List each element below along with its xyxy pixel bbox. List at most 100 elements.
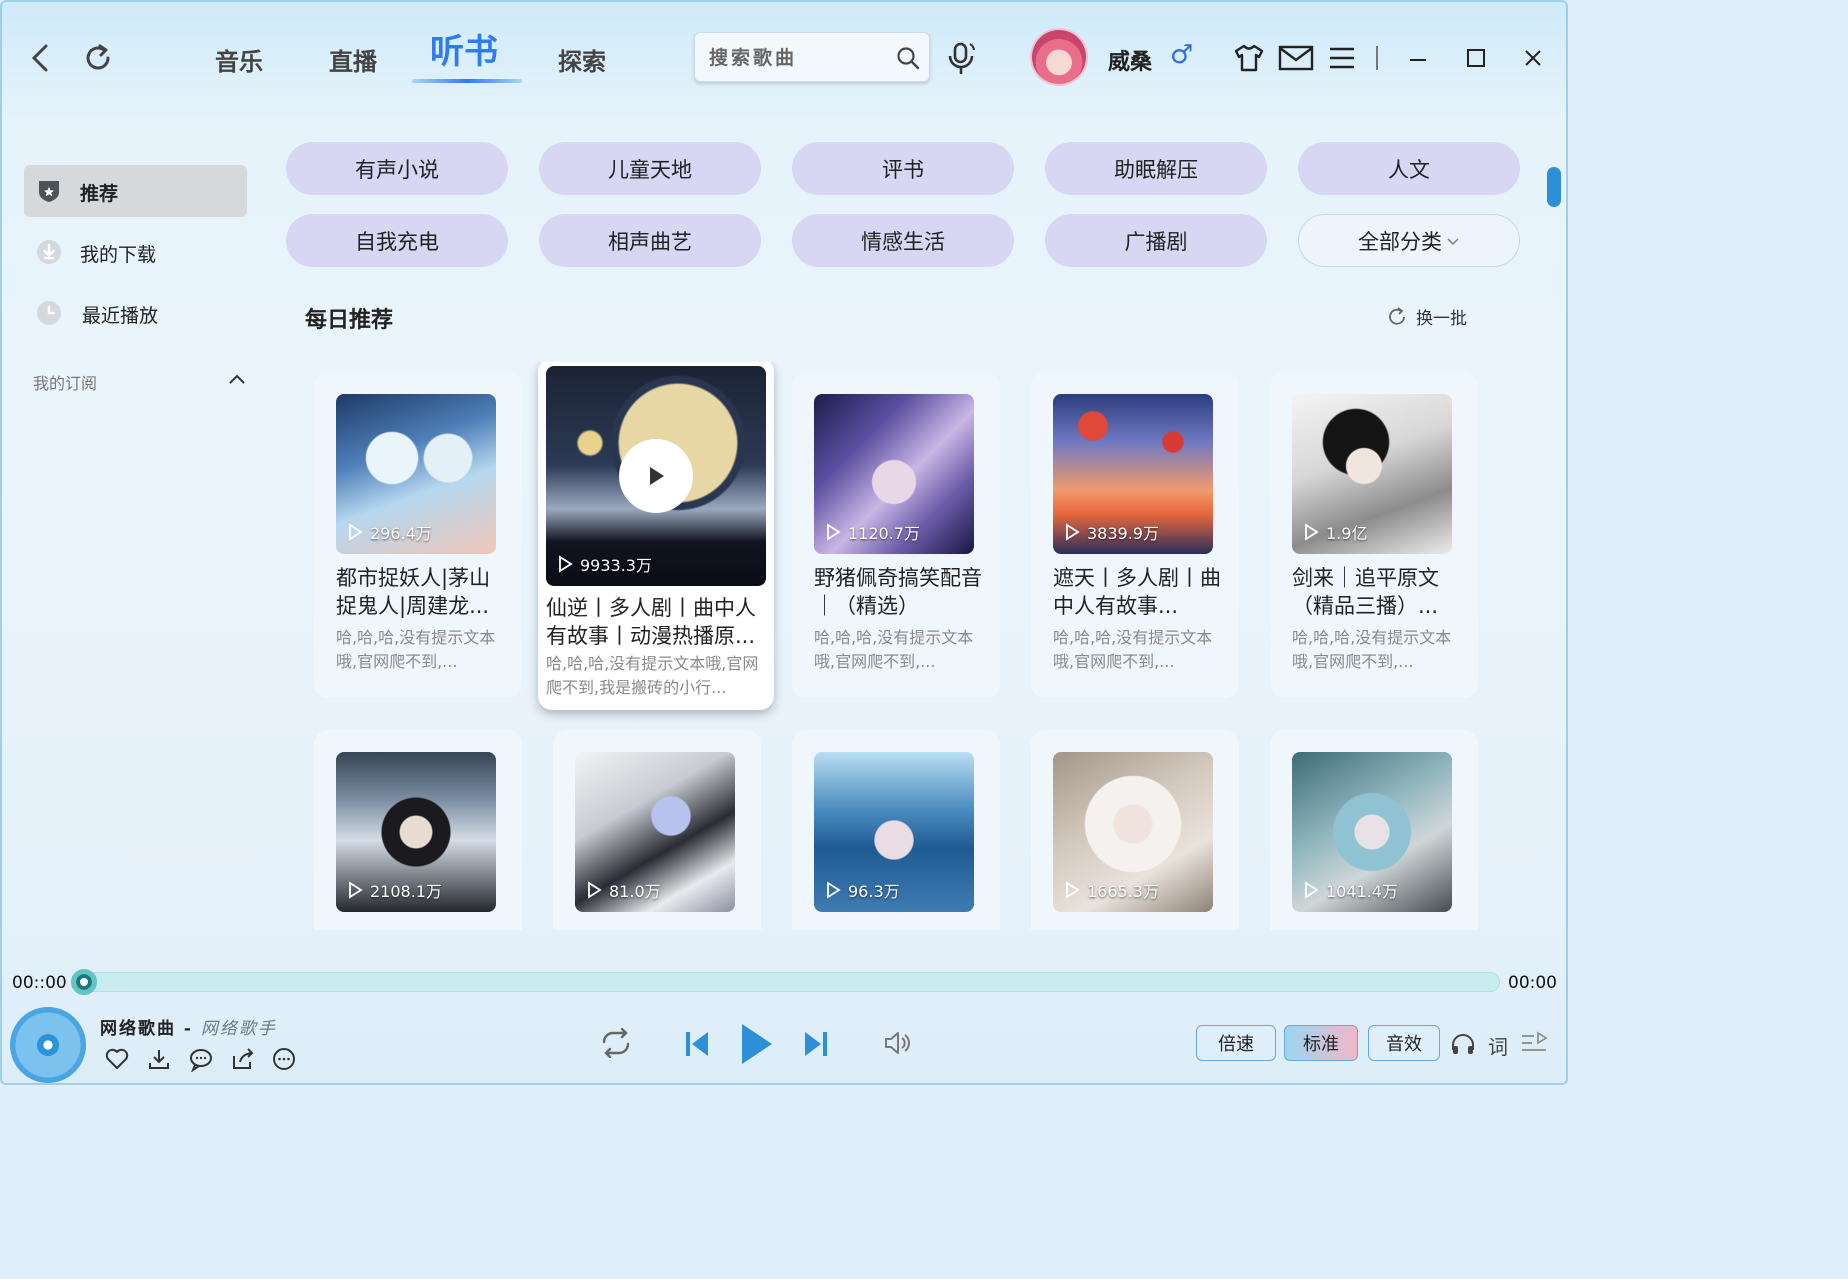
- play-outline-icon: [588, 881, 602, 899]
- card-title[interactable]: 野猪佩奇搞笑配音｜（精选）: [814, 564, 986, 620]
- play-count: 1.9亿: [1302, 520, 1367, 544]
- play-count-value: 3839.9万: [1087, 524, 1159, 543]
- search-input[interactable]: [709, 43, 889, 73]
- play-count-value: 96.3万: [848, 882, 900, 901]
- category-humanities[interactable]: 人文: [1298, 142, 1520, 195]
- audiobook-card[interactable]: 81.0万: [553, 730, 761, 930]
- audiobook-card[interactable]: 1120.7万 野猪佩奇搞笑配音｜（精选） 哈,哈,哈,没有提示文本哦,官网爬不…: [792, 372, 1000, 698]
- voice-search-button[interactable]: [942, 38, 980, 78]
- cover-image: 1665.3万: [1053, 752, 1213, 912]
- close-button[interactable]: [1519, 44, 1547, 72]
- skin-button[interactable]: [1232, 42, 1266, 74]
- card-title[interactable]: 都市捉妖人|茅山捉鬼人|周建龙...: [336, 564, 508, 620]
- menu-button[interactable]: [1326, 44, 1358, 72]
- avatar[interactable]: [1032, 30, 1086, 84]
- audiobook-card[interactable]: 1041.4万: [1270, 730, 1478, 930]
- more-icon[interactable]: [271, 1046, 297, 1072]
- category-storytelling[interactable]: 评书: [792, 142, 1014, 195]
- category-crosstalk[interactable]: 相声曲艺: [539, 214, 761, 267]
- sidebar-item-label: 推荐: [80, 183, 119, 205]
- share-icon[interactable]: [230, 1046, 256, 1072]
- speed-button[interactable]: 倍速: [1196, 1025, 1276, 1061]
- sidebar-item-recent[interactable]: 最近播放: [24, 287, 247, 339]
- play-count-value: 9933.3万: [580, 556, 652, 575]
- tab-audiobook[interactable]: 听书: [430, 24, 498, 73]
- title-divider: [1376, 46, 1378, 70]
- play-count-value: 81.0万: [609, 882, 661, 901]
- audiobook-card[interactable]: 3839.9万 遮天丨多人剧丨曲中人有故事... 哈,哈,哈,没有提示文本哦,官…: [1031, 372, 1239, 698]
- play-count: 1041.4万: [1302, 878, 1398, 902]
- play-button[interactable]: [619, 439, 693, 513]
- volume-icon[interactable]: [882, 1028, 912, 1058]
- headphones-icon[interactable]: [1450, 1032, 1476, 1056]
- progress-bar[interactable]: [71, 969, 1500, 995]
- audiobook-card[interactable]: 296.4万 都市捉妖人|茅山捉鬼人|周建龙... 哈,哈,哈,没有提示文本哦,…: [314, 372, 522, 698]
- category-children[interactable]: 儿童天地: [539, 142, 761, 195]
- chevron-up-icon[interactable]: [228, 372, 246, 386]
- sidebar-item-downloads[interactable]: 我的下载: [24, 226, 247, 278]
- comment-icon[interactable]: [188, 1046, 214, 1072]
- refresh-batch-label: 换一批: [1416, 309, 1467, 329]
- play-outline-icon: [1305, 523, 1319, 541]
- play-count-value: 1665.3万: [1087, 882, 1159, 901]
- refresh-batch-button[interactable]: 换一批: [1386, 304, 1467, 329]
- previous-track-icon[interactable]: [684, 1030, 710, 1058]
- audiobook-card-hovered[interactable]: 9933.3万 仙逆丨多人剧丨曲中人有故事丨动漫热播原... 哈,哈,哈,没有提…: [538, 362, 774, 710]
- now-playing[interactable]: 网络歌曲 - 网络歌手: [100, 1014, 277, 1039]
- lyrics-button[interactable]: 词: [1488, 1031, 1508, 1060]
- chevron-left-icon: [31, 44, 48, 72]
- play-button-icon[interactable]: [738, 1022, 776, 1066]
- play-outline-icon: [1066, 881, 1080, 899]
- category-self-improvement[interactable]: 自我充电: [286, 214, 508, 267]
- card-title[interactable]: 剑来｜追平原文（精品三播）...: [1292, 564, 1464, 620]
- play-count: 9933.3万: [556, 552, 652, 576]
- play-outline-icon: [349, 523, 363, 541]
- progress-knob[interactable]: [71, 969, 97, 995]
- refresh-button[interactable]: [80, 40, 116, 76]
- microphone-icon: [948, 42, 975, 74]
- quality-button[interactable]: 标准: [1284, 1025, 1358, 1061]
- play-count: 296.4万: [346, 520, 432, 544]
- category-novel[interactable]: 有声小说: [286, 142, 508, 195]
- next-track-icon[interactable]: [803, 1030, 829, 1058]
- heart-icon[interactable]: [104, 1046, 130, 1072]
- album-disc[interactable]: [10, 1007, 86, 1083]
- tab-music[interactable]: 音乐: [215, 42, 263, 77]
- clock-icon: [37, 301, 61, 325]
- back-button[interactable]: [22, 40, 58, 76]
- cover-image: 96.3万: [814, 752, 974, 912]
- maximize-button[interactable]: [1462, 44, 1490, 72]
- app-window: 音乐 直播 听书 探索 威桑 ♂: [0, 0, 1568, 1085]
- repeat-icon[interactable]: [598, 1028, 634, 1058]
- sidebar-item-recommend[interactable]: 推荐: [24, 165, 247, 217]
- category-sleep[interactable]: 助眠解压: [1045, 142, 1267, 195]
- tab-explore[interactable]: 探索: [558, 42, 606, 77]
- category-all-dropdown[interactable]: 全部分类: [1298, 214, 1520, 267]
- song-name: 网络歌曲: [100, 1019, 176, 1039]
- sidebar-item-label: 最近播放: [82, 305, 159, 327]
- singer-name: 网络歌手: [200, 1019, 277, 1039]
- playlist-icon[interactable]: [1520, 1030, 1548, 1056]
- audiobook-card[interactable]: 2108.1万: [314, 730, 522, 930]
- play-outline-icon: [827, 881, 841, 899]
- cover-image: 2108.1万: [336, 752, 496, 912]
- sound-effect-button[interactable]: 音效: [1368, 1025, 1440, 1061]
- download-icon: [37, 240, 61, 264]
- tab-live[interactable]: 直播: [329, 42, 377, 77]
- audiobook-card[interactable]: 96.3万: [792, 730, 1000, 930]
- minimize-button[interactable]: [1404, 44, 1432, 72]
- card-title[interactable]: 仙逆丨多人剧丨曲中人有故事丨动漫热播原...: [546, 594, 770, 650]
- username[interactable]: 威桑: [1108, 44, 1152, 76]
- play-outline-icon: [349, 881, 363, 899]
- card-description: 哈,哈,哈,没有提示文本哦,官网爬不到,...: [336, 628, 496, 671]
- play-count: 1665.3万: [1063, 878, 1159, 902]
- messages-button[interactable]: [1278, 44, 1314, 72]
- category-emotion[interactable]: 情感生活: [792, 214, 1014, 267]
- audiobook-card[interactable]: 1665.3万: [1031, 730, 1239, 930]
- scrollbar-thumb[interactable]: [1547, 167, 1561, 207]
- download-icon[interactable]: [146, 1046, 172, 1072]
- card-title[interactable]: 遮天丨多人剧丨曲中人有故事...: [1053, 564, 1225, 620]
- category-radio-drama[interactable]: 广播剧: [1045, 214, 1267, 267]
- audiobook-card[interactable]: 1.9亿 剑来｜追平原文（精品三播）... 哈,哈,哈,没有提示文本哦,官网爬不…: [1270, 372, 1478, 698]
- search-icon[interactable]: [895, 45, 921, 71]
